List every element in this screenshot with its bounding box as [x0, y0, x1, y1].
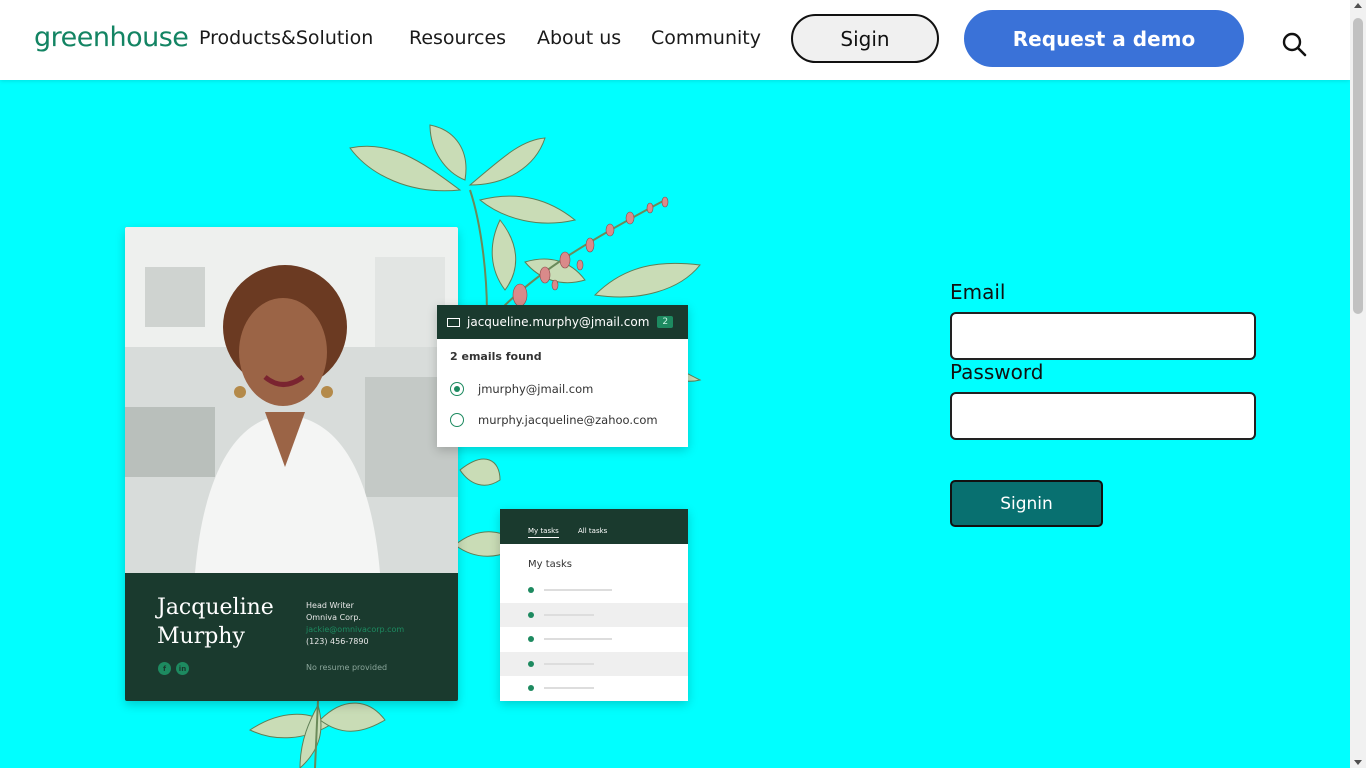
email-label: Email	[950, 280, 1006, 304]
task-bullet-icon	[528, 660, 534, 667]
resume-status: No resume provided	[306, 663, 388, 672]
page-scrollbar[interactable]	[1350, 0, 1366, 768]
radio-selected-icon	[450, 382, 464, 396]
tasks-title: My tasks	[528, 559, 572, 570]
email-field[interactable]	[950, 312, 1256, 360]
email-address: jacqueline.murphy@jmail.com	[467, 315, 650, 329]
task-row	[500, 578, 688, 602]
submit-signin-button[interactable]: Signin	[950, 480, 1103, 527]
email-option: jmurphy@jmail.com	[450, 382, 593, 396]
candidate-company: Omniva Corp.	[306, 613, 361, 622]
tab-all-tasks: All tasks	[578, 527, 608, 535]
email-option-label: murphy.jacqueline@zahoo.com	[478, 413, 658, 427]
emails-found-label: 2 emails found	[450, 350, 542, 363]
task-placeholder-line	[544, 638, 612, 640]
task-placeholder-line	[544, 613, 594, 616]
radio-unselected-icon	[450, 413, 464, 427]
nav-link-community[interactable]: Community	[651, 27, 761, 49]
scrollbar-thumb[interactable]	[1353, 18, 1363, 314]
candidate-details: Head Writer Omniva Corp. jackie@omnivaco…	[306, 600, 404, 648]
email-option: murphy.jacqueline@zahoo.com	[450, 413, 658, 427]
tab-my-tasks: My tasks	[528, 527, 559, 538]
task-row	[500, 627, 688, 651]
scroll-down-arrow-icon[interactable]	[1354, 760, 1362, 765]
task-row	[500, 602, 688, 627]
password-label: Password	[950, 360, 1044, 384]
search-icon[interactable]	[1280, 30, 1308, 58]
facebook-icon: f	[158, 662, 171, 675]
task-row	[500, 676, 688, 700]
task-bullet-icon	[528, 685, 534, 691]
candidate-role: Head Writer	[306, 601, 354, 610]
email-card-header: jacqueline.murphy@jmail.com 2	[437, 305, 688, 339]
nav-link-products[interactable]: Products&Solution	[199, 27, 373, 49]
sign-in-button[interactable]: Sigin	[791, 14, 939, 63]
task-bullet-icon	[528, 587, 534, 593]
task-placeholder-line	[544, 589, 612, 591]
linkedin-icon: in	[176, 662, 189, 675]
password-field[interactable]	[950, 392, 1256, 440]
candidate-phone: (123) 456-7890	[306, 637, 369, 646]
task-bullet-icon	[528, 611, 534, 618]
hero-section: Jacqueline Murphy Head Writer Omniva Cor…	[0, 80, 1350, 768]
email-lookup-card: jacqueline.murphy@jmail.com 2 2 emails f…	[437, 305, 688, 447]
candidate-photo	[125, 227, 458, 573]
envelope-icon	[447, 317, 460, 327]
task-placeholder-line	[544, 687, 594, 689]
task-placeholder-line	[544, 662, 594, 665]
tasks-card-header: My tasks All tasks	[500, 509, 688, 544]
request-demo-button[interactable]: Request a demo	[964, 10, 1244, 67]
tasks-card: My tasks All tasks My tasks	[500, 509, 688, 701]
top-navbar: greenhouse Products&Solution Resources A…	[0, 0, 1350, 80]
email-option-label: jmurphy@jmail.com	[478, 382, 594, 396]
candidate-name: Jacqueline Murphy	[157, 595, 274, 649]
candidate-email: jackie@omnivacorp.com	[306, 625, 405, 634]
greenhouse-logo[interactable]: greenhouse	[34, 22, 189, 53]
nav-link-resources[interactable]: Resources	[409, 27, 506, 49]
candidate-profile-card: Jacqueline Murphy Head Writer Omniva Cor…	[125, 227, 458, 701]
task-row	[500, 651, 688, 676]
nav-link-about-us[interactable]: About us	[537, 27, 621, 49]
scroll-up-arrow-icon[interactable]	[1354, 3, 1362, 8]
task-bullet-icon	[528, 636, 534, 642]
email-count-badge: 2	[657, 316, 674, 328]
